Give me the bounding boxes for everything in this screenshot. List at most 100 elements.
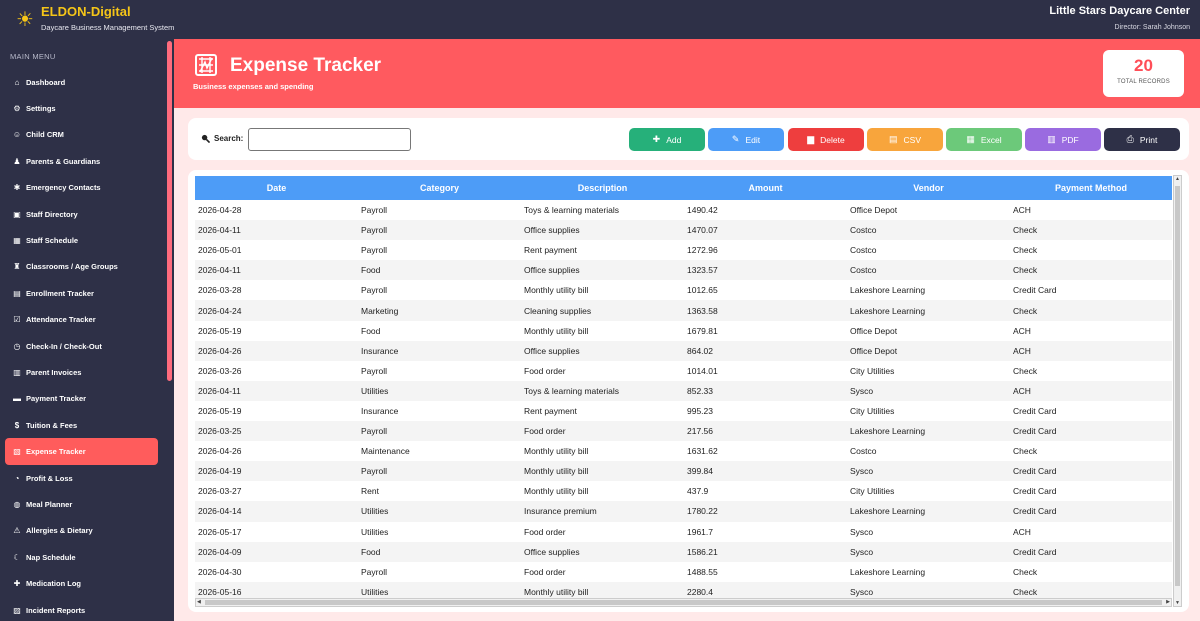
column-header[interactable]: Date xyxy=(195,176,358,200)
sidebar-item-profit-loss[interactable]: ◔ Profit & Loss xyxy=(5,465,158,491)
sidebar-item-check-in-check-out[interactable]: ◷ Check-In / Check-Out xyxy=(5,333,158,359)
sidebar-item-classrooms-age-groups[interactable]: ♜ Classrooms / Age Groups xyxy=(5,254,158,280)
table-row[interactable]: 2026-05-19 Insurance Rent payment 995.23 Cit… xyxy=(195,400,1172,422)
total-records-label: TOTAL RECORDS xyxy=(1117,79,1170,85)
sidebar-item-payment-tracker[interactable]: ▬ Payment Tracker xyxy=(5,386,158,412)
home-icon: ⌂ xyxy=(14,77,20,87)
table-cell: Utilities xyxy=(361,526,389,537)
table-row[interactable]: 2026-04-24 Marketing Cleaning supplies 1363… xyxy=(195,300,1172,321)
sidebar-item-staff-directory[interactable]: ▣ Staff Directory xyxy=(5,201,158,227)
main-menu: ⌂ Dashboard ⚙ Settings ☺ Child CRM ♟ Parents & … xyxy=(5,69,158,621)
column-header[interactable]: Payment Method xyxy=(1010,176,1172,200)
edit-button-label: Edit xyxy=(745,134,761,145)
vertical-scrollbar[interactable]: ▲ ▼ xyxy=(1173,175,1182,607)
column-header[interactable]: Amount xyxy=(684,176,847,200)
delete-button[interactable]: ▆ Delete xyxy=(788,128,864,151)
excel-button[interactable]: ▦ Excel xyxy=(946,128,1022,151)
table-cell: Food order xyxy=(524,566,566,577)
edit-button[interactable]: ✎ Edit xyxy=(708,128,784,151)
sidebar-scrollbar[interactable] xyxy=(167,41,172,381)
table-row[interactable]: 2026-03-28 Payroll Monthly utility bill 101… xyxy=(195,280,1172,301)
moon-icon: ☾ xyxy=(13,552,21,562)
scroll-left-arrow-icon[interactable]: ◀ xyxy=(197,599,201,605)
sidebar-item-settings[interactable]: ⚙ Settings xyxy=(5,95,158,121)
table-cell: Costco xyxy=(850,265,877,276)
sidebar-item-incident-reports[interactable]: ▨ Incident Reports xyxy=(5,597,158,621)
scroll-up-arrow-icon[interactable]: ▲ xyxy=(1174,176,1181,182)
sidebar-item-attendance-tracker[interactable]: ☑ Attendance Tracker xyxy=(5,307,158,333)
plus-icon: ✚ xyxy=(652,134,661,144)
sidebar-item-label: Allergies & Dietary xyxy=(26,526,93,536)
sidebar-item-dashboard[interactable]: ⌂ Dashboard xyxy=(5,69,158,95)
sidebar-item-label: Medication Log xyxy=(26,579,81,589)
table-row[interactable]: 2026-03-27 Rent Monthly utility bill 437.9 C… xyxy=(195,481,1172,502)
vertical-scroll-thumb[interactable] xyxy=(1175,186,1180,586)
table-row[interactable]: 2026-04-30 Payroll Food order 1488.55 Lakesh… xyxy=(195,561,1172,582)
center-name: Little Stars Daycare Center xyxy=(1049,5,1190,17)
receipt-icon xyxy=(195,54,217,76)
table-row[interactable]: 2026-05-19 Food Monthly utility bill 1679.8… xyxy=(195,320,1172,341)
table-cell: Payroll xyxy=(361,566,387,577)
table-cell: Insurance premium xyxy=(524,506,597,517)
add-button[interactable]: ✚ Add xyxy=(629,128,705,151)
emergency-icon: ✱ xyxy=(13,183,21,193)
table-cell: ACH xyxy=(1013,325,1031,336)
table-row[interactable]: 2026-04-11 Payroll Office supplies 1470.07 C… xyxy=(195,220,1172,241)
table-cell: 1488.55 xyxy=(687,566,718,577)
sidebar-item-child-crm[interactable]: ☺ Child CRM xyxy=(5,122,158,148)
table-cell: Sysco xyxy=(850,526,874,537)
table-cell: Monthly utility bill xyxy=(524,325,589,336)
sidebar-item-enrollment-tracker[interactable]: ▤ Enrollment Tracker xyxy=(5,280,158,306)
table-cell: 2026-03-27 xyxy=(198,486,242,497)
pdf-button[interactable]: ▥ PDF xyxy=(1025,128,1101,151)
scroll-down-arrow-icon[interactable]: ▼ xyxy=(1174,600,1181,606)
sidebar-item-allergies-dietary[interactable]: ⚠ Allergies & Dietary xyxy=(5,518,158,544)
sidebar-item-meal-planner[interactable]: ◍ Meal Planner xyxy=(5,491,158,517)
horizontal-scroll-thumb[interactable] xyxy=(205,600,1162,605)
sidebar-item-label: Attendance Tracker xyxy=(26,315,96,325)
scroll-right-arrow-icon[interactable]: ▶ xyxy=(1166,599,1170,605)
sidebar-item-tuition-fees[interactable]: $ Tuition & Fees xyxy=(5,412,158,438)
table-row[interactable]: 2026-04-28 Payroll Toys & learning materia… xyxy=(195,200,1172,221)
table-row[interactable]: 2026-04-26 Insurance Office supplies 864.02… xyxy=(195,340,1172,361)
search-input[interactable] xyxy=(248,128,411,151)
table-cell: 2026-04-26 xyxy=(198,446,242,457)
table-cell: Lakeshore Learning xyxy=(850,426,926,437)
sidebar-item-expense-tracker[interactable]: ▧ Expense Tracker xyxy=(5,438,158,465)
table-row[interactable]: 2026-04-11 Food Office supplies 1323.57 Cost… xyxy=(195,260,1172,281)
csv-button-label: CSV xyxy=(903,134,921,145)
column-header[interactable]: Vendor xyxy=(847,176,1010,200)
sidebar-item-parent-invoices[interactable]: ▥ Parent Invoices xyxy=(5,359,158,385)
table-row[interactable]: 2026-04-11 Utilities Toys & learning mater… xyxy=(195,380,1172,401)
sidebar-item-parents-guardians[interactable]: ♟ Parents & Guardians xyxy=(5,148,158,174)
table-cell: Office supplies xyxy=(524,546,580,557)
print-button[interactable]: ⎙ Print xyxy=(1104,128,1180,151)
table-row[interactable]: 2026-04-09 Food Office supplies 1586.21 Sysc… xyxy=(195,541,1172,562)
table-row[interactable]: 2026-04-14 Utilities Insurance premium 1780… xyxy=(195,501,1172,522)
table-cell: Check xyxy=(1013,245,1038,256)
table-cell: Office supplies xyxy=(524,265,580,276)
horizontal-scrollbar[interactable]: ◀ ▶ xyxy=(195,598,1172,607)
table-cell: 2026-04-24 xyxy=(198,305,242,316)
table-row[interactable]: 2026-03-25 Payroll Food order 217.56 Lakesho… xyxy=(195,421,1172,442)
csv-button[interactable]: ▤ CSV xyxy=(867,128,943,151)
table-row[interactable]: 2026-03-26 Payroll Food order 1014.01 City U… xyxy=(195,360,1172,381)
clipboard-icon: ▤ xyxy=(13,288,21,298)
table-cell: Credit Card xyxy=(1013,486,1057,497)
table-cell: 864.02 xyxy=(687,345,713,356)
column-header[interactable]: Category xyxy=(358,176,521,200)
sidebar-item-nap-schedule[interactable]: ☾ Nap Schedule xyxy=(5,544,158,570)
table-cell: Toys & learning materials xyxy=(524,205,619,216)
table-cell: 852.33 xyxy=(687,385,713,396)
table-row[interactable]: 2026-05-01 Payroll Rent payment 1272.96 Cost… xyxy=(195,240,1172,261)
table-cell: Costco xyxy=(850,245,877,256)
table-row[interactable]: 2026-05-17 Utilities Food order 1961.7 Sysco… xyxy=(195,521,1172,542)
table-cell: 2026-04-19 xyxy=(198,466,242,477)
column-header[interactable]: Description xyxy=(521,176,684,200)
sidebar-item-emergency-contacts[interactable]: ✱ Emergency Contacts xyxy=(5,175,158,201)
sidebar-item-medication-log[interactable]: ✚ Medication Log xyxy=(5,570,158,596)
sidebar-item-staff-schedule[interactable]: ▦ Staff Schedule xyxy=(5,227,158,253)
table-row[interactable]: 2026-04-19 Payroll Monthly utility bill 399… xyxy=(195,461,1172,482)
table-row[interactable]: 2026-04-26 Maintenance Monthly utility bil… xyxy=(195,441,1172,462)
table-cell: Utilities xyxy=(361,385,389,396)
